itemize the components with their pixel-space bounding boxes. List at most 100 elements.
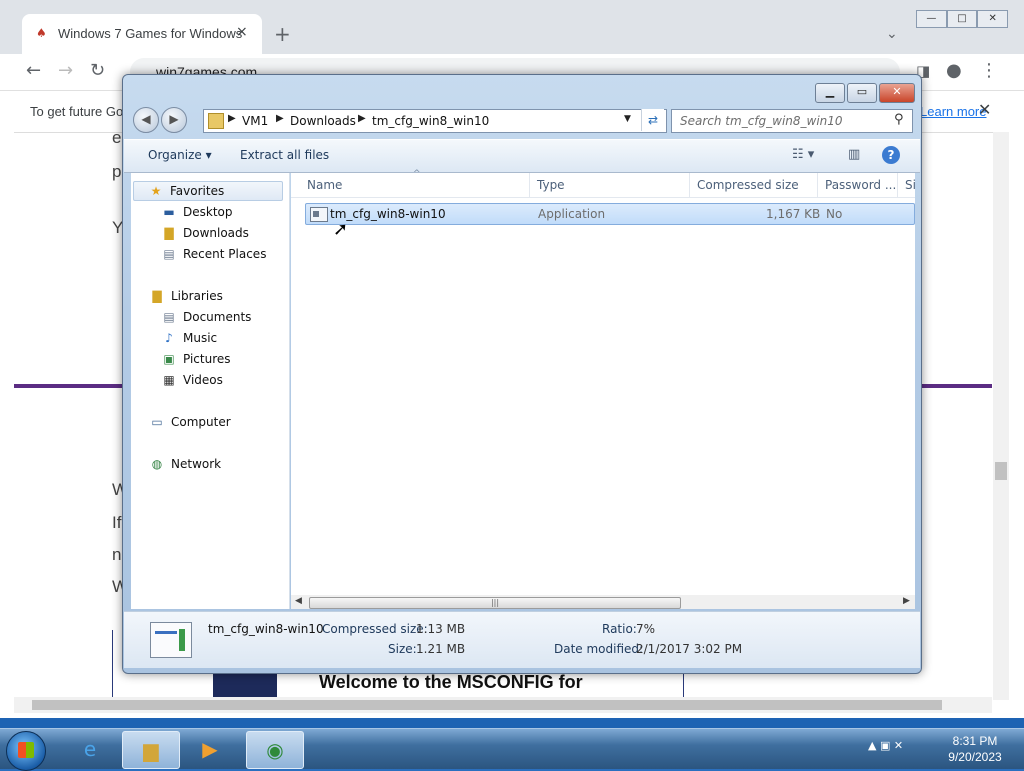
page-horizontal-scrollbar[interactable] xyxy=(14,697,992,713)
taskbar: e ▆ ▶ ◉ ▲ ▣ ✕ 8:31 PM 9/20/2023 xyxy=(0,728,1024,771)
scrollbar-thumb[interactable] xyxy=(32,700,942,710)
breadcrumb-arrow-icon[interactable]: ▶ xyxy=(228,113,236,124)
site-favicon-icon: ♠ xyxy=(36,26,47,40)
minimize-button[interactable]: — xyxy=(916,10,947,28)
address-dropdown-icon[interactable]: ▼ xyxy=(624,114,631,124)
browser-tab[interactable]: ♠ Windows 7 Games for Windows × xyxy=(22,14,262,54)
music-icon: ♪ xyxy=(165,331,173,345)
nav-documents[interactable]: ▤ Documents xyxy=(161,310,251,330)
nav-videos[interactable]: ▦ Videos xyxy=(161,373,223,393)
explorer-minimize-button[interactable]: ▁ xyxy=(815,83,845,103)
breadcrumb-current-folder[interactable]: tm_cfg_win8_win10 xyxy=(372,114,489,128)
nav-computer[interactable]: ▭ Computer xyxy=(149,415,230,435)
explorer-close-button[interactable]: ✕ xyxy=(879,83,915,103)
internet-explorer-icon[interactable]: e xyxy=(62,731,118,767)
scrollbar-thumb[interactable]: ||| xyxy=(309,597,681,609)
nav-favorites[interactable]: ★ Favorites xyxy=(133,181,283,201)
nav-network[interactable]: ◍ Network xyxy=(149,457,221,477)
help-icon[interactable]: ? xyxy=(882,146,900,164)
learn-more-link[interactable]: Learn more xyxy=(920,104,986,119)
browser-window-controls: — □ ✕ xyxy=(916,10,1009,28)
page-vertical-scrollbar[interactable] xyxy=(993,132,1009,700)
chrome-icon[interactable]: ◉ xyxy=(246,731,304,769)
file-list-pane: Name ^ Type Compressed size Password ...… xyxy=(291,169,916,609)
size-label: Size: xyxy=(388,642,417,656)
nav-recent-places[interactable]: ▤ Recent Places xyxy=(161,247,266,267)
column-headers: Name ^ Type Compressed size Password ...… xyxy=(291,169,916,198)
profile-avatar-icon[interactable]: ● xyxy=(946,62,962,80)
banner-heading: Welcome to the MSCONFIG for xyxy=(319,672,583,692)
menu-kebab-icon[interactable]: ⋮ xyxy=(980,62,998,80)
search-icon[interactable]: ⚲ xyxy=(894,112,904,127)
ratio-label: Ratio: xyxy=(602,622,637,636)
table-row[interactable]: tm_cfg_win8-win10 Application 1,167 KB N… xyxy=(305,203,915,225)
explorer-window: ▁ ▭ ✕ ◀ ▶ ▶ VM1 ▶ Downloads ▶ tm_cfg_win… xyxy=(122,74,922,674)
recent-places-icon: ▤ xyxy=(163,247,175,261)
start-button[interactable] xyxy=(6,731,46,771)
windows-explorer-icon[interactable]: ▆ xyxy=(122,731,180,769)
column-name[interactable]: Name xyxy=(307,178,342,192)
nav-downloads[interactable]: ▇ Downloads xyxy=(161,226,249,246)
refresh-icon[interactable]: ⇄ xyxy=(641,109,664,131)
search-box[interactable]: Search tm_cfg_win8_win10 ⚲ xyxy=(671,109,913,133)
application-large-icon xyxy=(150,622,192,658)
command-bar: Organize ▾ Extract all files ☷ ▾ ▥ ? xyxy=(124,139,920,173)
tab-search-chevron-icon[interactable]: ⌄ xyxy=(886,26,898,42)
column-type[interactable]: Type xyxy=(537,178,565,192)
nav-pictures[interactable]: ▣ Pictures xyxy=(161,352,230,372)
info-bar-close-icon[interactable]: ✕ xyxy=(978,100,991,119)
column-password[interactable]: Password ... xyxy=(825,178,896,192)
close-button[interactable]: ✕ xyxy=(977,10,1009,28)
forward-button[interactable]: ▶ xyxy=(161,107,187,133)
scrollbar-thumb[interactable] xyxy=(995,462,1007,480)
explorer-maximize-button[interactable]: ▭ xyxy=(847,83,877,103)
nav-music[interactable]: ♪ Music xyxy=(161,331,217,351)
documents-icon: ▤ xyxy=(163,310,175,324)
scroll-left-icon[interactable]: ◀ xyxy=(295,596,302,606)
forward-arrow-icon[interactable]: → xyxy=(58,62,73,80)
breadcrumb-downloads[interactable]: Downloads xyxy=(290,114,356,128)
address-breadcrumb-bar[interactable]: ▶ VM1 ▶ Downloads ▶ tm_cfg_win8_win10 ▼ xyxy=(203,109,667,133)
column-size[interactable]: Si xyxy=(905,178,916,192)
network-icon: ◍ xyxy=(151,457,163,471)
details-file-name: tm_cfg_win8-win10 xyxy=(208,622,324,636)
breadcrumb-vm1[interactable]: VM1 xyxy=(242,114,268,128)
clock-date: 9/20/2023 xyxy=(948,750,1002,764)
column-compressed-size[interactable]: Compressed size xyxy=(697,178,799,192)
column-divider[interactable] xyxy=(529,173,530,197)
column-divider[interactable] xyxy=(689,173,690,197)
date-modified-label: Date modified: xyxy=(554,642,644,656)
media-player-icon[interactable]: ▶ xyxy=(182,731,238,767)
clock-time: 8:31 PM xyxy=(952,734,998,748)
back-arrow-icon[interactable]: ← xyxy=(26,62,41,80)
column-divider[interactable] xyxy=(897,173,898,197)
tray-icons[interactable]: ▲ ▣ ✕ xyxy=(868,739,903,752)
file-type: Application xyxy=(538,207,606,221)
windows-logo-icon xyxy=(18,742,34,758)
clock[interactable]: 8:31 PM 9/20/2023 xyxy=(944,733,1006,765)
organize-menu[interactable]: Organize ▾ xyxy=(148,148,212,162)
mouse-cursor-icon: ➚ xyxy=(333,219,349,240)
tab-title: Windows 7 Games for Windows xyxy=(58,26,243,41)
back-button[interactable]: ◀ xyxy=(133,107,159,133)
view-options-icon[interactable]: ☷ ▾ xyxy=(792,147,814,162)
pictures-icon: ▣ xyxy=(163,352,175,366)
breadcrumb-arrow-icon[interactable]: ▶ xyxy=(276,113,284,124)
tab-close-icon[interactable]: × xyxy=(236,24,248,40)
application-file-icon xyxy=(310,207,328,222)
breadcrumb-arrow-icon[interactable]: ▶ xyxy=(358,113,366,124)
maximize-button[interactable]: □ xyxy=(946,10,978,28)
downloads-folder-icon: ▇ xyxy=(164,226,174,240)
nav-desktop[interactable]: ▬ Desktop xyxy=(161,205,232,225)
file-list-horizontal-scrollbar[interactable]: ◀ ||| ▶ xyxy=(291,595,915,609)
column-divider[interactable] xyxy=(817,173,818,197)
sort-ascending-icon: ^ xyxy=(413,169,421,179)
preview-pane-icon[interactable]: ▥ xyxy=(848,147,860,162)
file-compressed-size: 1,167 KB xyxy=(766,207,821,221)
ratio-value: 7% xyxy=(636,622,656,636)
new-tab-button[interactable]: + xyxy=(274,24,291,44)
reload-icon[interactable]: ↻ xyxy=(90,62,105,80)
nav-libraries[interactable]: ▇ Libraries xyxy=(149,289,222,309)
scroll-right-icon[interactable]: ▶ xyxy=(903,596,910,606)
extract-all-files-button[interactable]: Extract all files xyxy=(240,148,329,162)
